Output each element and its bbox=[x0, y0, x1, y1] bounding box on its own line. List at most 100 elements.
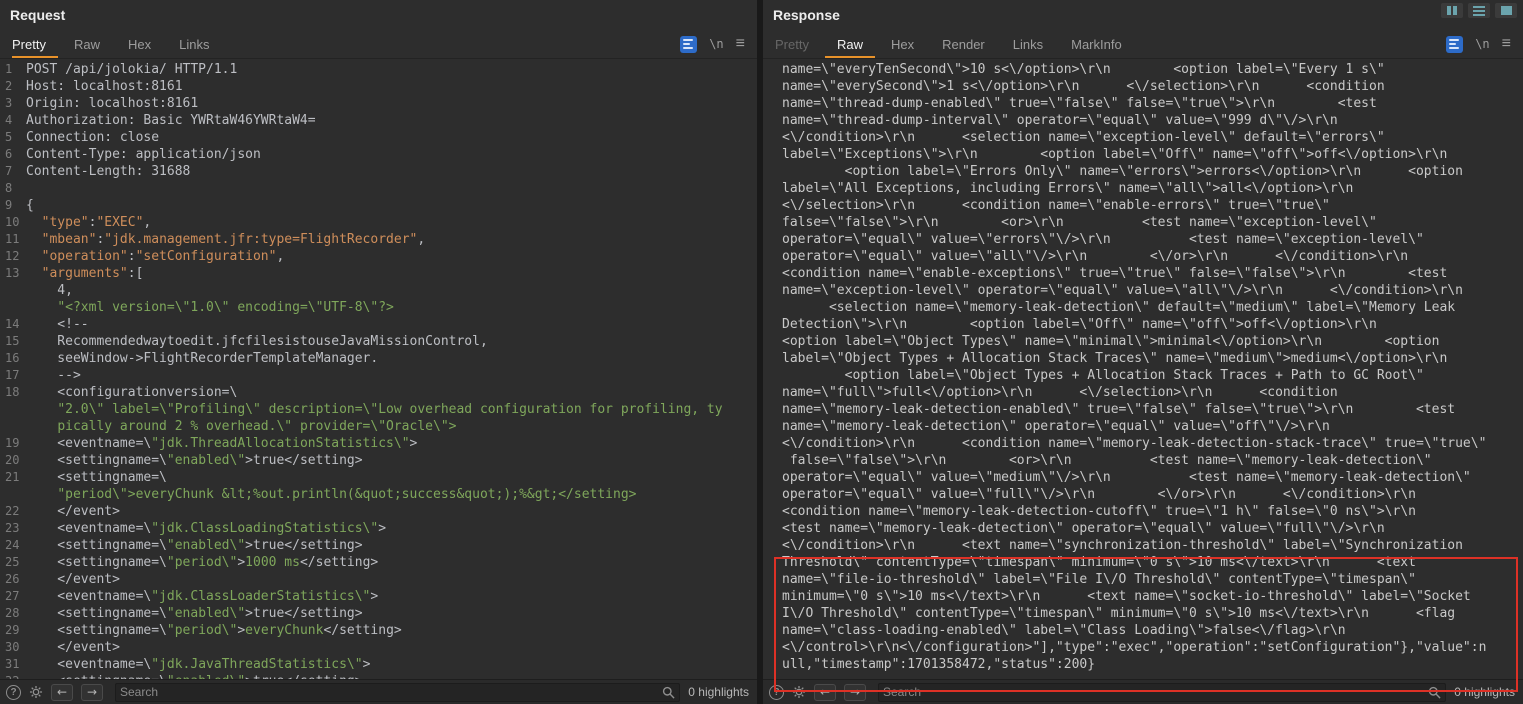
single-pane-icon[interactable] bbox=[1495, 3, 1517, 18]
request-panel: Request PrettyRawHexLinks \n ≡ 1POST /ap… bbox=[0, 0, 757, 704]
response-tabs-row: PrettyRawHexRenderLinksMarkInfo \n ≡ bbox=[763, 30, 1523, 59]
split-rows-icon[interactable] bbox=[1468, 3, 1490, 18]
response-code: name=\"everyTenSecond\">10 s<\/option>\r… bbox=[763, 59, 1523, 673]
response-code-line: <condition name=\"enable-exceptions\" tr… bbox=[763, 265, 1523, 282]
request-code-line: 1POST /api/jolokia/ HTTP/1.1 bbox=[0, 61, 757, 78]
request-editor[interactable]: 1POST /api/jolokia/ HTTP/1.12Host: local… bbox=[0, 59, 757, 679]
request-code-line: 3Origin: localhost:8161 bbox=[0, 95, 757, 112]
response-tabs: PrettyRawHexRenderLinksMarkInfo bbox=[773, 30, 1136, 58]
search-input[interactable] bbox=[879, 685, 1428, 699]
response-code-line: name=\"file-io-threshold\" label=\"File … bbox=[763, 571, 1523, 588]
response-code-line: <selection name=\"memory-leak-detection\… bbox=[763, 299, 1523, 316]
line-number: 19 bbox=[0, 435, 26, 452]
response-code-line: I\/O Threshold\" contentType=\"timespan\… bbox=[763, 605, 1523, 622]
response-code-line: <\/condition>\r\n <condition name=\"memo… bbox=[763, 435, 1523, 452]
request-tab-raw[interactable]: Raw bbox=[60, 30, 114, 58]
search-prev-button[interactable]: ← bbox=[51, 684, 73, 701]
search-next-button[interactable]: → bbox=[844, 684, 866, 701]
response-code-line: name=\"everySecond\">1 s<\/option>\r\n <… bbox=[763, 78, 1523, 95]
request-code-line: 14 <!-- bbox=[0, 316, 757, 333]
line-number: 15 bbox=[0, 333, 26, 350]
response-code-line: <condition name=\"memory-leak-detection-… bbox=[763, 503, 1523, 520]
request-code-line: "period\">everyChunk &lt;%out.println(&q… bbox=[0, 486, 757, 503]
request-code-line: 7Content-Length: 31688 bbox=[0, 163, 757, 180]
response-code-line: label=\"Object Types + Allocation Stack … bbox=[763, 350, 1523, 367]
editor-menu-icon[interactable]: ≡ bbox=[1502, 36, 1511, 52]
search-magnifier-icon[interactable] bbox=[1428, 686, 1445, 699]
help-icon[interactable]: ? bbox=[6, 685, 21, 700]
response-code-line: name=\"thread-dump-enabled\" true=\"fals… bbox=[763, 95, 1523, 112]
response-code-line: label=\"Exceptions\">\r\n <option label=… bbox=[763, 146, 1523, 163]
syntax-highlight-icon[interactable] bbox=[680, 36, 697, 53]
response-tab-links[interactable]: Links bbox=[999, 30, 1057, 58]
search-prev-button[interactable]: ← bbox=[814, 684, 836, 701]
line-number bbox=[0, 401, 26, 418]
line-number bbox=[0, 282, 26, 299]
request-code-line: 26 </event> bbox=[0, 571, 757, 588]
editor-menu-icon[interactable]: ≡ bbox=[736, 36, 745, 52]
line-number: 26 bbox=[0, 571, 26, 588]
request-code-line: 10 "type":"EXEC", bbox=[0, 214, 757, 231]
response-code-line: operator=\"equal\" value=\"full\"\/>\r\n… bbox=[763, 486, 1523, 503]
request-code: 1POST /api/jolokia/ HTTP/1.12Host: local… bbox=[0, 59, 757, 679]
line-number: 13 bbox=[0, 265, 26, 282]
response-tab-raw[interactable]: Raw bbox=[823, 30, 877, 58]
response-code-line: operator=\"equal\" value=\"all\"\/>\r\n … bbox=[763, 248, 1523, 265]
response-panel: Response PrettyRawHexRenderLinksMarkInfo… bbox=[763, 0, 1523, 704]
request-code-line: pically around 2 % overhead.\" provider=… bbox=[0, 418, 757, 435]
request-code-line: 31 <eventname=\"jdk.JavaThreadStatistics… bbox=[0, 656, 757, 673]
response-search-bar: ? ← → 0 highlights bbox=[763, 679, 1523, 704]
line-number: 22 bbox=[0, 503, 26, 520]
request-code-line: 29 <settingname=\"period\">everyChunk</s… bbox=[0, 622, 757, 639]
request-tab-pretty[interactable]: Pretty bbox=[10, 30, 60, 58]
response-code-line: Threshold\" contentType=\"timespan\" min… bbox=[763, 554, 1523, 571]
request-tab-links[interactable]: Links bbox=[165, 30, 223, 58]
response-tab-hex[interactable]: Hex bbox=[877, 30, 928, 58]
help-icon[interactable]: ? bbox=[769, 685, 784, 700]
repeater-view: Request PrettyRawHexLinks \n ≡ 1POST /ap… bbox=[0, 0, 1523, 704]
line-number: 17 bbox=[0, 367, 26, 384]
response-code-line: name=\"class-loading-enabled\" label=\"C… bbox=[763, 622, 1523, 639]
line-number: 24 bbox=[0, 537, 26, 554]
search-magnifier-icon[interactable] bbox=[662, 686, 679, 699]
line-number: 14 bbox=[0, 316, 26, 333]
request-title-row: Request bbox=[0, 0, 757, 30]
line-number: 1 bbox=[0, 61, 26, 78]
show-newlines-toggle[interactable]: \n bbox=[1475, 37, 1489, 51]
request-code-line: 13 "arguments":[ bbox=[0, 265, 757, 282]
response-code-line: name=\"memory-leak-detection\" operator=… bbox=[763, 418, 1523, 435]
request-code-line: 9{ bbox=[0, 197, 757, 214]
request-code-line: 8 bbox=[0, 180, 757, 197]
response-code-line: <\/condition>\r\n <text name=\"synchroni… bbox=[763, 537, 1523, 554]
request-tab-hex[interactable]: Hex bbox=[114, 30, 165, 58]
response-tab-markinfo[interactable]: MarkInfo bbox=[1057, 30, 1136, 58]
request-tabs-row: PrettyRawHexLinks \n ≡ bbox=[0, 30, 757, 59]
line-number: 30 bbox=[0, 639, 26, 656]
split-columns-icon[interactable] bbox=[1441, 3, 1463, 18]
request-code-line: 4, bbox=[0, 282, 757, 299]
response-code-line: <\/condition>\r\n <selection name=\"exce… bbox=[763, 129, 1523, 146]
request-search-field[interactable] bbox=[115, 683, 680, 702]
request-code-line: 2Host: localhost:8161 bbox=[0, 78, 757, 95]
show-newlines-toggle[interactable]: \n bbox=[709, 37, 723, 51]
response-tab-render[interactable]: Render bbox=[928, 30, 999, 58]
line-number: 29 bbox=[0, 622, 26, 639]
syntax-highlight-icon[interactable] bbox=[1446, 36, 1463, 53]
response-code-line: Detection\">\r\n <option label=\"Off\" n… bbox=[763, 316, 1523, 333]
response-code-line: label=\"All Exceptions, including Errors… bbox=[763, 180, 1523, 197]
response-viewer[interactable]: name=\"everyTenSecond\">10 s<\/option>\r… bbox=[763, 59, 1523, 679]
response-tab-pretty[interactable]: Pretty bbox=[773, 30, 823, 58]
request-code-line: 23 <eventname=\"jdk.ClassLoadingStatisti… bbox=[0, 520, 757, 537]
response-code-line: name=\"thread-dump-interval\" operator=\… bbox=[763, 112, 1523, 129]
search-settings-gear-icon[interactable] bbox=[29, 685, 43, 699]
search-next-button[interactable]: → bbox=[81, 684, 103, 701]
response-search-field[interactable] bbox=[878, 683, 1446, 702]
request-editor-tools: \n ≡ bbox=[680, 36, 747, 53]
request-code-line: 18 <configurationversion=\ bbox=[0, 384, 757, 401]
search-settings-gear-icon[interactable] bbox=[792, 685, 806, 699]
response-title-row: Response bbox=[763, 0, 1523, 30]
request-code-line: 12 "operation":"setConfiguration", bbox=[0, 248, 757, 265]
line-number bbox=[0, 418, 26, 435]
request-code-line: 24 <settingname=\"enabled\">true</settin… bbox=[0, 537, 757, 554]
search-input[interactable] bbox=[116, 685, 662, 699]
